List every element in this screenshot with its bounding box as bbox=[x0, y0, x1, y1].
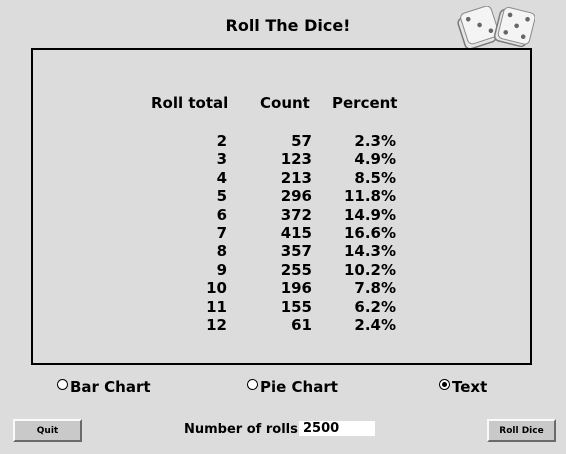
bar-chart-label: Bar Chart bbox=[70, 378, 151, 396]
cell-percent: 14.9% bbox=[343, 205, 396, 224]
cell-percent: 10.2% bbox=[343, 260, 396, 279]
cell-count: 155 bbox=[280, 297, 312, 316]
cell-percent: 6.2% bbox=[354, 297, 396, 316]
cell-roll-total: 9 bbox=[216, 260, 227, 279]
cell-count: 196 bbox=[280, 279, 312, 298]
cell-percent: 4.9% bbox=[354, 150, 396, 169]
cell-roll-total: 6 bbox=[216, 205, 227, 224]
cell-roll-total: 3 bbox=[216, 150, 227, 169]
cell-percent: 2.3% bbox=[354, 132, 396, 150]
cell-count: 296 bbox=[280, 187, 312, 206]
radio-checked-icon[interactable] bbox=[439, 379, 450, 390]
roll-total-column: 2 3 4 5 6 7 8 9 10 11 12 bbox=[183, 132, 227, 334]
text-label: Text bbox=[452, 378, 488, 396]
cell-count: 123 bbox=[280, 150, 312, 169]
cell-roll-total: 11 bbox=[206, 297, 227, 316]
cell-percent: 2.4% bbox=[354, 315, 396, 334]
cell-count: 57 bbox=[291, 132, 312, 150]
cell-roll-total: 4 bbox=[216, 168, 227, 187]
dice-icon bbox=[457, 6, 535, 50]
header-count: Count bbox=[260, 94, 310, 112]
count-column: 57 123 213 296 372 415 357 255 196 155 6… bbox=[255, 132, 312, 334]
header-roll-total: Roll total bbox=[151, 94, 229, 112]
quit-button[interactable]: Quit bbox=[13, 419, 82, 442]
roll-dice-button[interactable]: Roll Dice bbox=[487, 419, 556, 442]
results-panel: Roll total Count Percent 2 3 4 5 6 7 8 9… bbox=[31, 48, 532, 365]
cell-roll-total: 12 bbox=[206, 315, 227, 334]
cell-count: 415 bbox=[280, 223, 312, 242]
number-of-rolls-input[interactable] bbox=[299, 421, 375, 436]
cell-percent: 7.8% bbox=[354, 279, 396, 298]
radio-unchecked-icon[interactable] bbox=[57, 379, 68, 390]
cell-count: 255 bbox=[280, 260, 312, 279]
cell-roll-total: 10 bbox=[206, 279, 227, 298]
radio-unchecked-icon[interactable] bbox=[247, 379, 258, 390]
cell-percent: 14.3% bbox=[343, 242, 396, 261]
cell-roll-total: 8 bbox=[216, 242, 227, 261]
cell-roll-total: 2 bbox=[216, 132, 227, 150]
text-option[interactable]: Text bbox=[439, 378, 487, 396]
cell-roll-total: 5 bbox=[216, 187, 227, 206]
cell-percent: 8.5% bbox=[354, 168, 396, 187]
percent-column: 2.3% 4.9% 8.5% 11.8% 14.9% 16.6% 14.3% 1… bbox=[328, 132, 396, 334]
cell-percent: 11.8% bbox=[343, 187, 396, 206]
cell-count: 61 bbox=[291, 315, 312, 334]
pie-chart-option[interactable]: Pie Chart bbox=[247, 378, 338, 396]
bar-chart-option[interactable]: Bar Chart bbox=[57, 378, 151, 396]
cell-count: 357 bbox=[280, 242, 312, 261]
number-of-rolls-label: Number of rolls: bbox=[184, 422, 304, 437]
cell-count: 372 bbox=[280, 205, 312, 224]
cell-percent: 16.6% bbox=[343, 223, 396, 242]
cell-roll-total: 7 bbox=[216, 223, 227, 242]
pie-chart-label: Pie Chart bbox=[260, 378, 338, 396]
cell-count: 213 bbox=[280, 168, 312, 187]
header-percent: Percent bbox=[332, 94, 398, 112]
